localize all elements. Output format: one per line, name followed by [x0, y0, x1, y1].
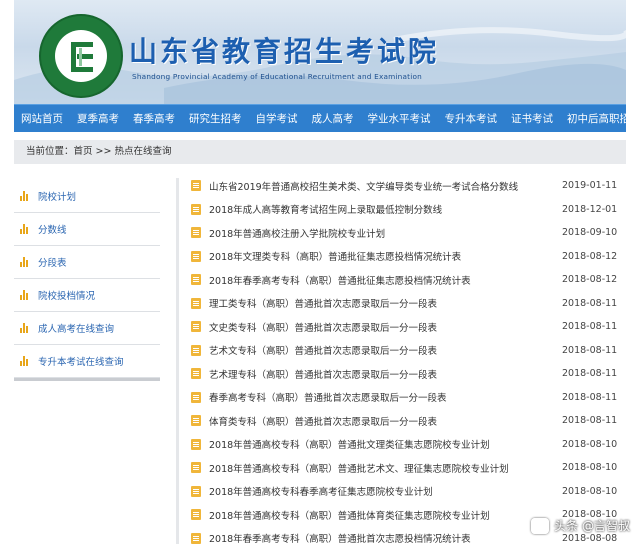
nav-summer-exam[interactable]: 夏季高考	[70, 105, 126, 133]
sidebar-divider	[14, 378, 160, 381]
list-item[interactable]: 2018年成人高等教育考试招生网上录取最低控制分数线 2018-12-01	[176, 198, 622, 222]
list-item[interactable]: 文史类专科（高职）普通批首次志愿录取后一分一段表 2018-08-11	[176, 315, 622, 339]
item-title[interactable]: 2018年春季高考专科（高职）普通批首次志愿投档情况统计表	[209, 531, 562, 544]
item-date: 2018-08-11	[562, 344, 618, 356]
item-date: 2018-08-08	[562, 532, 618, 544]
document-icon	[191, 532, 201, 544]
item-title[interactable]: 理工类专科（高职）普通批首次志愿录取后一分一段表	[209, 296, 562, 310]
item-date: 2018-08-11	[562, 415, 618, 427]
list-item[interactable]: 理工类专科（高职）普通批首次志愿录取后一分一段表 2018-08-11	[176, 292, 622, 316]
item-title[interactable]: 2018年普通高校专科（高职）普通批艺术文、理征集志愿院校专业计划	[209, 461, 562, 475]
document-icon	[191, 344, 201, 356]
document-icon	[191, 227, 201, 239]
sidebar: 院校计划 分数线 分段表 院校投档情况 成人高考在线查询 专升本考试在线查询	[14, 180, 160, 381]
chat-bubble-icon	[531, 517, 550, 534]
document-icon	[191, 180, 201, 192]
bar-chart-icon	[20, 323, 29, 333]
nav-adult-exam[interactable]: 成人高考	[305, 105, 361, 133]
academy-logo[interactable]	[39, 14, 123, 98]
nav-upgrade-exam[interactable]: 专升本考试	[438, 105, 505, 133]
sidebar-item-upgrade-exam-query[interactable]: 专升本考试在线查询	[14, 345, 160, 378]
list-item[interactable]: 2018年文理类专科（高职）普通批征集志愿投档情况统计表 2018-08-12	[176, 245, 622, 269]
watermark-text: 头条 @言智叔	[554, 519, 630, 533]
list-item[interactable]: 艺术文专科（高职）普通批首次志愿录取后一分一段表 2018-08-11	[176, 339, 622, 363]
sidebar-item-score-line[interactable]: 分数线	[14, 213, 160, 246]
document-icon	[191, 274, 201, 286]
item-date: 2018-08-10	[562, 462, 618, 474]
item-date: 2019-01-11	[562, 180, 618, 192]
item-date: 2018-08-11	[562, 368, 618, 380]
item-title[interactable]: 春季高考专科（高职）普通批首次志愿录取后一分一段表	[209, 390, 562, 404]
item-date: 2018-09-10	[562, 227, 618, 239]
document-icon	[191, 250, 201, 262]
item-title[interactable]: 2018年普通高校注册入学批院校专业计划	[209, 226, 562, 240]
item-date: 2018-08-12	[562, 250, 618, 262]
bar-chart-icon	[20, 257, 29, 267]
sidebar-item-score-table[interactable]: 分段表	[14, 246, 160, 279]
item-title[interactable]: 2018年普通高校专科春季高考征集志愿院校专业计划	[209, 484, 562, 498]
main-nav: 网站首页 夏季高考 春季高考 研究生招考 自学考试 成人高考 学业水平考试 专升…	[14, 104, 640, 133]
document-icon	[191, 391, 201, 403]
item-title[interactable]: 艺术理专科（高职）普通批首次志愿录取后一分一段表	[209, 367, 562, 381]
nav-graduate-exam[interactable]: 研究生招考	[182, 105, 249, 133]
document-icon	[191, 415, 201, 427]
nav-self-study-exam[interactable]: 自学考试	[249, 105, 305, 133]
item-date: 2018-08-11	[562, 321, 618, 333]
breadcrumb: 当前位置：首页 >> 热点在线查询	[14, 140, 626, 164]
document-icon	[191, 321, 201, 333]
item-title[interactable]: 2018年文理类专科（高职）普通批征集志愿投档情况统计表	[209, 249, 562, 263]
bar-chart-icon	[20, 224, 29, 234]
item-title[interactable]: 山东省2019年普通高校招生美术类、文学编导类专业统一考试合格分数线	[209, 179, 562, 193]
list-item[interactable]: 2018年普通高校专科（高职）普通批艺术文、理征集志愿院校专业计划 2018-08…	[176, 456, 622, 480]
item-date: 2018-08-11	[562, 297, 618, 309]
item-date: 2018-08-10	[562, 438, 618, 450]
list-item[interactable]: 山东省2019年普通高校招生美术类、文学编导类专业统一考试合格分数线 2019-0…	[176, 174, 622, 198]
item-date: 2018-12-01	[562, 203, 618, 215]
sidebar-item-plan[interactable]: 院校计划	[14, 180, 160, 213]
site-title: 山东省教育招生考试院	[129, 35, 440, 68]
site-banner: 山东省教育招生考试院 Shandong Provincial Academy o…	[14, 0, 626, 104]
news-list: 山东省2019年普通高校招生美术类、文学编导类专业统一考试合格分数线 2019-0…	[176, 174, 622, 544]
document-icon	[191, 462, 201, 474]
nav-certificate-exam[interactable]: 证书考试	[504, 105, 560, 133]
document-icon	[191, 203, 201, 215]
item-title[interactable]: 2018年普通高校专科（高职）普通批体育类征集志愿院校专业计划	[209, 508, 562, 522]
item-date: 2018-08-10	[562, 485, 618, 497]
list-item[interactable]: 艺术理专科（高职）普通批首次志愿录取后一分一段表 2018-08-11	[176, 362, 622, 386]
nav-spring-exam[interactable]: 春季高考	[126, 105, 182, 133]
item-title[interactable]: 2018年春季高考专科（高职）普通批征集志愿投档情况统计表	[209, 273, 562, 287]
bar-chart-icon	[20, 356, 29, 366]
bar-chart-icon	[20, 290, 29, 300]
sidebar-item-admission-status[interactable]: 院校投档情况	[14, 279, 160, 312]
site-subtitle: Shandong Provincial Academy of Education…	[132, 72, 422, 81]
document-icon	[191, 485, 201, 497]
item-title[interactable]: 体育类专科（高职）普通批首次志愿录取后一分一段表	[209, 414, 562, 428]
nav-home[interactable]: 网站首页	[14, 105, 70, 133]
nav-proficiency-test[interactable]: 学业水平考试	[361, 105, 438, 133]
list-item[interactable]: 2018年普通高校专科（高职）普通批文理类征集志愿院校专业计划 2018-08-1…	[176, 433, 622, 457]
item-title[interactable]: 文史类专科（高职）普通批首次志愿录取后一分一段表	[209, 320, 562, 334]
item-title[interactable]: 2018年成人高等教育考试招生网上录取最低控制分数线	[209, 202, 562, 216]
list-item[interactable]: 2018年普通高校专科春季高考征集志愿院校专业计划 2018-08-10	[176, 480, 622, 504]
list-item[interactable]: 体育类专科（高职）普通批首次志愿录取后一分一段表 2018-08-11	[176, 409, 622, 433]
item-title[interactable]: 2018年普通高校专科（高职）普通批文理类征集志愿院校专业计划	[209, 437, 562, 451]
item-title[interactable]: 艺术文专科（高职）普通批首次志愿录取后一分一段表	[209, 343, 562, 357]
watermark: 头条 @言智叔	[531, 517, 630, 534]
item-date: 2018-08-11	[562, 391, 618, 403]
nav-vocational-admission[interactable]: 初中后高职招生	[560, 105, 640, 133]
list-item[interactable]: 2018年春季高考专科（高职）普通批征集志愿投档情况统计表 2018-08-12	[176, 268, 622, 292]
list-item[interactable]: 2018年普通高校注册入学批院校专业计划 2018-09-10	[176, 221, 622, 245]
sidebar-item-adult-exam-query[interactable]: 成人高考在线查询	[14, 312, 160, 345]
document-icon	[191, 368, 201, 380]
item-date: 2018-08-12	[562, 274, 618, 286]
bar-chart-icon	[20, 191, 29, 201]
list-item[interactable]: 春季高考专科（高职）普通批首次志愿录取后一分一段表 2018-08-11	[176, 386, 622, 410]
document-icon	[191, 509, 201, 521]
document-icon	[191, 297, 201, 309]
document-icon	[191, 438, 201, 450]
